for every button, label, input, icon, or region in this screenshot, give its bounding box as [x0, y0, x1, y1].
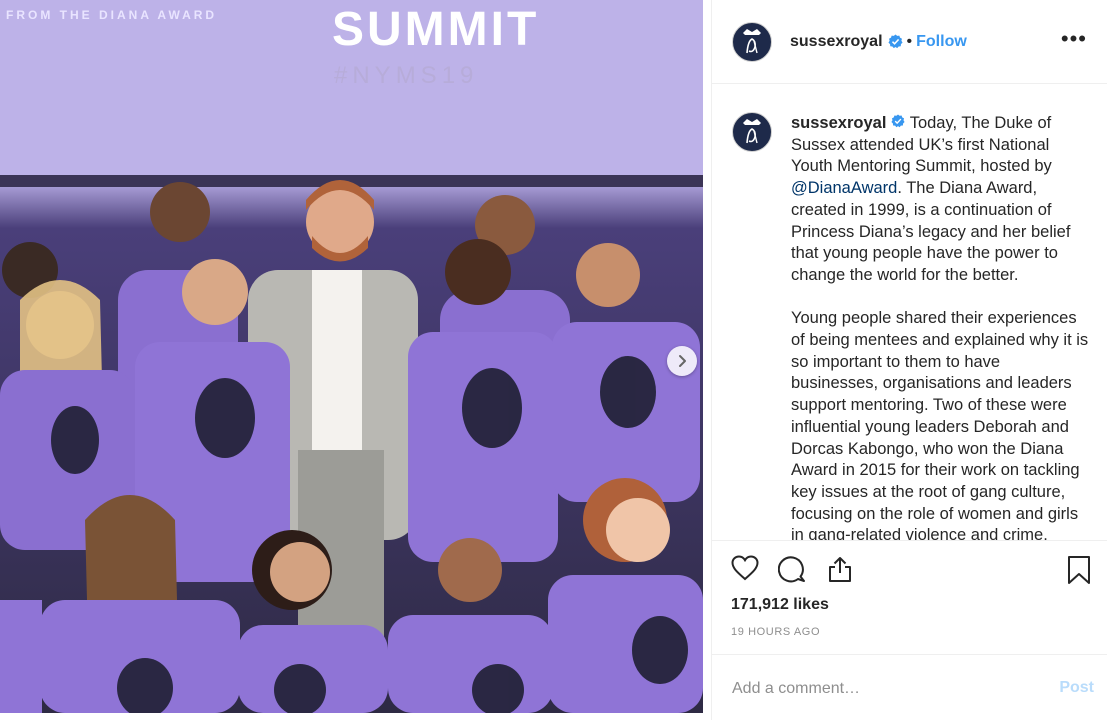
- caption-area[interactable]: sussexroyal Today, The Duke of Sussex at…: [712, 84, 1107, 540]
- post-timestamp[interactable]: 19 HOURS AGO: [731, 626, 820, 638]
- post-photo[interactable]: FROM THE DIANA AWARD SUMMIT #NYMS19: [0, 0, 703, 713]
- avatar[interactable]: [732, 21, 772, 62]
- comment-bar: Post: [712, 654, 1107, 720]
- bookmark-icon[interactable]: [1067, 555, 1091, 590]
- header-username[interactable]: sussexroyal: [790, 33, 883, 51]
- caption-text: sussexroyal Today, The Duke of Sussex at…: [791, 113, 1091, 540]
- banner-subtitle: FROM THE DIANA AWARD: [6, 8, 218, 22]
- caption-username[interactable]: sussexroyal: [791, 114, 886, 132]
- comment-icon[interactable]: [777, 555, 806, 588]
- post-header: sussexroyal • Follow •••: [712, 0, 1107, 84]
- monogram-logo-icon: [743, 119, 761, 144]
- mention-link[interactable]: @DianaAward: [791, 179, 897, 197]
- carousel-next-button[interactable]: [667, 346, 697, 376]
- banner-hashtag: #NYMS19: [334, 62, 479, 89]
- share-icon[interactable]: [826, 555, 854, 588]
- verified-badge-icon: [887, 34, 903, 49]
- follow-button[interactable]: Follow: [916, 33, 967, 51]
- caption-body-part2: . The Diana Award, created in 1999, is a…: [791, 179, 1089, 540]
- likes-count[interactable]: 171,912 likes: [731, 596, 829, 614]
- banner-title: SUMMIT: [332, 3, 540, 56]
- caption-avatar[interactable]: [732, 112, 772, 152]
- chevron-right-icon: [679, 355, 686, 367]
- post-side-panel: sussexroyal • Follow ••• sussexroyal Tod…: [711, 0, 1107, 720]
- separator-dot: •: [906, 32, 913, 50]
- comment-input[interactable]: [730, 671, 1034, 707]
- monogram-logo-icon: [743, 28, 761, 53]
- heart-icon[interactable]: [731, 555, 759, 586]
- action-bar: [712, 540, 1107, 586]
- group-photo-illustration: [0, 0, 703, 713]
- verified-badge-icon: [891, 114, 905, 128]
- more-options-icon[interactable]: •••: [1061, 28, 1087, 50]
- post-comment-button[interactable]: Post: [1059, 679, 1094, 697]
